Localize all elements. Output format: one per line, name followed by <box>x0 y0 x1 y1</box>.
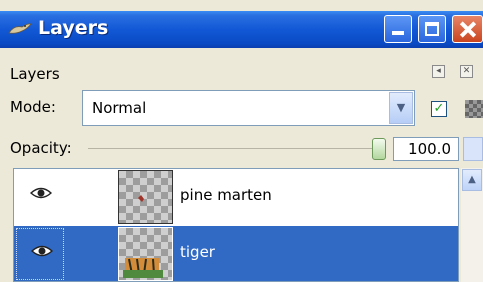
pine-marten-preview <box>138 195 144 202</box>
layer-list: pine marten tiger <box>13 168 459 282</box>
lock-alpha-checkbox[interactable]: ✓ <box>431 101 447 117</box>
layer-thumbnail <box>118 227 173 281</box>
eye-icon <box>30 187 52 199</box>
visibility-toggle[interactable] <box>16 228 64 280</box>
layer-list-scrollbar[interactable]: ▲ <box>461 168 483 282</box>
opacity-slider-handle[interactable] <box>372 138 386 160</box>
opacity-slider-track[interactable] <box>88 148 378 149</box>
mode-label: Mode: <box>10 98 56 116</box>
window-title: Layers <box>38 17 109 39</box>
opacity-input[interactable]: 100.0 <box>393 137 459 161</box>
layer-thumbnail <box>118 170 173 224</box>
panel-menu-icon[interactable]: ◂ <box>432 65 445 78</box>
opacity-label: Opacity: <box>10 139 72 157</box>
chevron-down-icon[interactable]: ▼ <box>389 92 413 124</box>
layer-row[interactable]: tiger <box>14 226 458 281</box>
gimp-wilber-icon <box>8 23 32 34</box>
layers-window: Layers Layers ◂ ✕ Mode: Normal ▼ ✓ Opaci… <box>0 0 483 282</box>
layer-row[interactable]: pine marten <box>14 169 458 226</box>
checkerboard-icon <box>465 100 483 118</box>
layer-name: tiger <box>180 243 215 261</box>
minimize-button[interactable] <box>384 15 412 43</box>
eye-icon <box>31 245 53 257</box>
panel-close-icon[interactable]: ✕ <box>460 65 473 78</box>
panel-header: Layers <box>10 65 60 83</box>
scroll-up-icon[interactable]: ▲ <box>462 169 482 191</box>
tiger-preview <box>123 258 163 278</box>
opacity-value: 100.0 <box>408 140 451 158</box>
visibility-toggle[interactable] <box>16 171 64 223</box>
mode-select[interactable]: Normal <box>82 90 415 126</box>
layer-name: pine marten <box>180 186 272 204</box>
maximize-button[interactable] <box>418 15 446 43</box>
mode-value: Normal <box>92 99 147 117</box>
opacity-spin-button[interactable] <box>463 137 483 161</box>
title-bar[interactable]: Layers <box>0 11 483 48</box>
close-button[interactable] <box>452 15 483 43</box>
